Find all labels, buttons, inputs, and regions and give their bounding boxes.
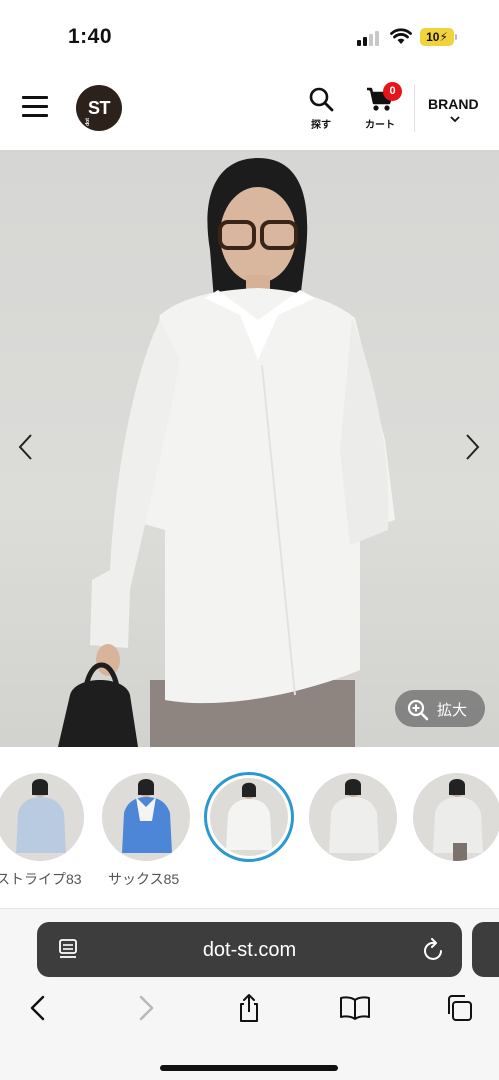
- site-logo[interactable]: dot ST: [76, 85, 122, 131]
- logo-text: ST: [87, 98, 111, 118]
- cellular-signal-icon: [357, 30, 381, 46]
- color-swatch[interactable]: [0, 773, 84, 861]
- status-bar: 1:40 10⚡: [0, 0, 499, 72]
- forward-icon[interactable]: [130, 993, 160, 1023]
- search-button[interactable]: 探す: [306, 86, 336, 131]
- swatch-thumbnail: [102, 773, 190, 861]
- swatch-thumbnail: [0, 773, 84, 861]
- share-icon[interactable]: [234, 993, 264, 1023]
- back-icon[interactable]: [24, 993, 54, 1023]
- status-time: 1:40: [68, 25, 113, 48]
- color-swatch[interactable]: [309, 773, 397, 861]
- chevron-down-icon[interactable]: [450, 116, 460, 123]
- tabs-icon[interactable]: [444, 993, 474, 1023]
- swatch-thumbnail: [210, 778, 288, 856]
- address-bar[interactable]: dot-st.com: [37, 922, 462, 977]
- browser-bottom-bar: dot-st.com: [0, 908, 499, 1080]
- brand-dropdown[interactable]: BRAND: [428, 96, 479, 112]
- product-image[interactable]: 拡大: [0, 150, 499, 747]
- zoom-in-icon: [407, 699, 429, 721]
- swatch-thumbnail: [309, 773, 397, 861]
- swatch-label: ストライプ83: [0, 871, 82, 887]
- cart-count-badge: 0: [383, 82, 402, 101]
- book-icon[interactable]: [338, 993, 372, 1023]
- wifi-icon: [390, 28, 412, 44]
- zoom-label: 拡大: [437, 702, 468, 719]
- cart-label: カート: [365, 120, 395, 131]
- battery-level: 10: [426, 30, 440, 44]
- cart-button[interactable]: 0 カート: [360, 82, 402, 131]
- swatch-label: サックス85: [108, 871, 180, 887]
- model-photo: [58, 158, 395, 747]
- battery-indicator: 10⚡: [420, 28, 457, 46]
- chevron-left-icon[interactable]: [16, 430, 36, 464]
- color-swatch-row: ストライプ83 サックス85: [0, 765, 499, 895]
- color-swatch[interactable]: [413, 773, 499, 861]
- site-header: dot ST 探す 0 カート BRAND: [0, 72, 499, 150]
- hamburger-menu-icon[interactable]: [22, 96, 48, 118]
- reload-icon[interactable]: [423, 938, 445, 962]
- zoom-button[interactable]: 拡大: [395, 690, 485, 727]
- header-divider: [414, 84, 415, 132]
- logo-small-text: dot: [84, 118, 91, 126]
- swatch-thumbnail: [413, 773, 499, 861]
- brand-label: BRAND: [428, 96, 479, 112]
- color-swatch[interactable]: [102, 773, 190, 861]
- home-indicator: [160, 1065, 338, 1071]
- next-tab-preview[interactable]: [472, 922, 499, 977]
- color-swatch-selected[interactable]: [204, 772, 294, 862]
- search-icon: [309, 87, 334, 112]
- search-label: 探す: [311, 120, 331, 131]
- url-text: dot-st.com: [202, 939, 297, 961]
- chevron-right-icon[interactable]: [462, 430, 482, 464]
